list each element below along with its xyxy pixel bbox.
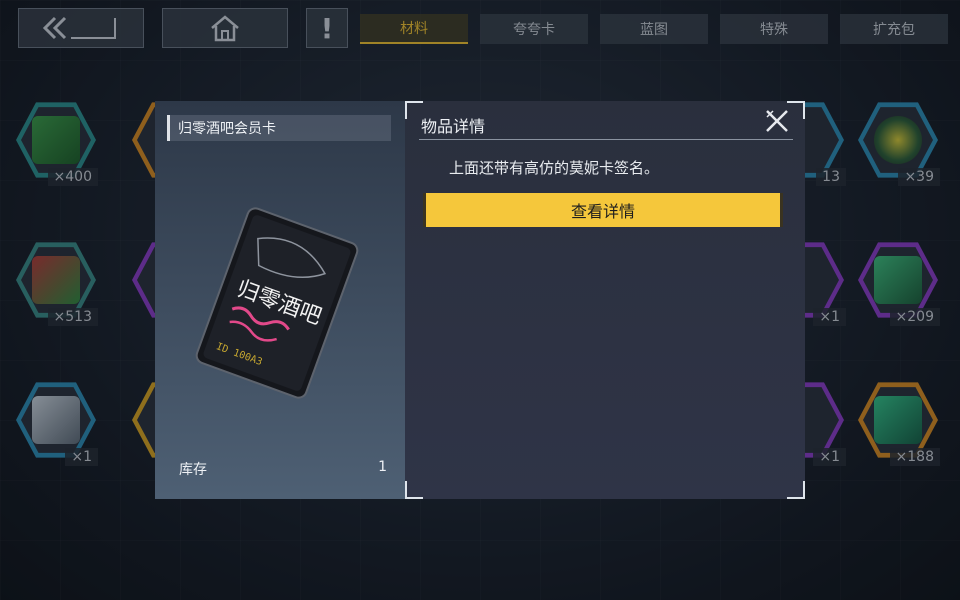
title-divider <box>419 139 793 140</box>
item-detail-panel: 物品详情 上面还带有高仿的莫妮卡签名。 查看详情 <box>405 101 805 499</box>
stock-value: 1 <box>378 459 387 475</box>
member-card-image: 归零酒吧 ID 100A3 <box>192 204 362 403</box>
item-name-bar: 归零酒吧会员卡 <box>167 115 391 141</box>
stock-label: 库存 <box>179 462 207 478</box>
close-button[interactable] <box>763 109 791 137</box>
frame-corner <box>787 481 805 499</box>
frame-corner <box>405 481 423 499</box>
close-icon <box>764 108 790 138</box>
view-details-label: 查看详情 <box>570 202 635 221</box>
item-description: 上面还带有高仿的莫妮卡签名。 <box>449 159 660 177</box>
item-name: 归零酒吧会员卡 <box>178 121 276 137</box>
detail-title: 物品详情 <box>421 117 486 136</box>
view-details-button[interactable]: 查看详情 <box>423 193 783 227</box>
item-preview-panel: 归零酒吧会员卡 归零酒吧 ID 100A3 库存 1 <box>155 101 405 499</box>
